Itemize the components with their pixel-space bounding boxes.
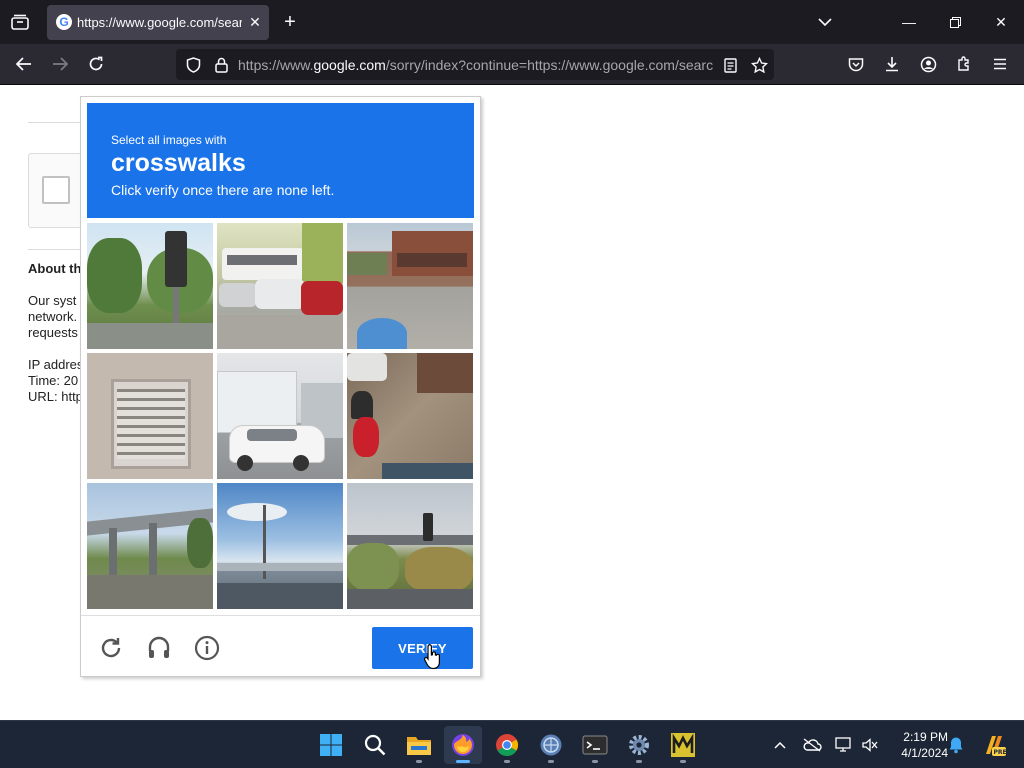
tab-bar: G https://www.google.com/search ✕ + — ✕ (0, 0, 1024, 44)
ip-address-line: IP addres (28, 357, 84, 372)
image-tile-highway-bridge[interactable] (87, 483, 213, 609)
image-tile-traffic-light-intersection[interactable] (347, 483, 473, 609)
extensions-icon[interactable] (950, 50, 978, 78)
reload-icon[interactable] (82, 50, 110, 78)
terminal-icon[interactable] (576, 726, 614, 764)
volume-muted-icon[interactable] (858, 733, 882, 757)
info-icon[interactable] (192, 633, 222, 663)
divider (28, 249, 88, 250)
clock-time: 2:19 PM (903, 730, 948, 744)
navigation-bar: https://www.google.com/sorry/index?conti… (0, 44, 1024, 85)
account-icon[interactable] (914, 50, 942, 78)
taskbar: 2:19 PM 4/1/2024 PRE (0, 720, 1024, 768)
app-m-icon[interactable] (664, 726, 702, 764)
tab-overview-icon[interactable] (8, 10, 32, 34)
tab-title: https://www.google.com/search (77, 15, 242, 30)
about-text-line: Our syst (28, 293, 77, 308)
svg-text:PRE: PRE (994, 749, 1007, 756)
network-icon[interactable] (832, 733, 856, 757)
image-tile-window-shutter[interactable] (87, 353, 213, 479)
hand-cursor-icon (423, 644, 441, 670)
clock-date: 4/1/2024 (901, 746, 948, 760)
image-tile-scooter-rider-street[interactable] (347, 353, 473, 479)
challenge-target: crosswalks (111, 149, 246, 177)
settings-icon[interactable] (620, 726, 658, 764)
image-tile-highway-sky[interactable] (217, 483, 343, 609)
notifications-bell-icon[interactable] (944, 733, 968, 757)
close-window-icon[interactable]: ✕ (986, 8, 1016, 36)
restore-icon[interactable] (940, 8, 970, 36)
tab-active[interactable]: G https://www.google.com/search ✕ (47, 5, 269, 40)
taskbar-clock[interactable]: 2:19 PM 4/1/2024 (884, 729, 948, 761)
start-icon[interactable] (312, 726, 350, 764)
recaptcha-checkbox[interactable] (42, 176, 70, 204)
copilot-pre-icon[interactable]: PRE (980, 731, 1008, 759)
recaptcha-anchor-box (28, 153, 88, 228)
file-explorer-icon[interactable] (400, 726, 438, 764)
instruction-subtext: Click verify once there are none left. (111, 182, 335, 198)
menu-icon[interactable] (986, 50, 1014, 78)
footer-divider (81, 615, 480, 616)
reload-challenge-icon[interactable] (96, 633, 126, 663)
image-grid (87, 223, 475, 611)
about-text-line: requests (28, 325, 78, 340)
url-text[interactable]: https://www.google.com/sorry/index?conti… (238, 57, 713, 73)
time-line: Time: 20 (28, 373, 79, 388)
lock-icon[interactable] (212, 56, 230, 74)
about-heading: About th (28, 261, 82, 276)
divider (28, 122, 88, 123)
browser-icon[interactable] (532, 726, 570, 764)
firefox-icon[interactable] (444, 726, 482, 764)
recaptcha-challenge: Select all images with crosswalks Click … (80, 96, 481, 677)
url-bar[interactable]: https://www.google.com/sorry/index?conti… (176, 49, 774, 80)
downloads-icon[interactable] (878, 50, 906, 78)
audio-challenge-icon[interactable] (144, 633, 174, 663)
onedrive-icon[interactable] (800, 733, 824, 757)
shield-icon[interactable] (184, 56, 202, 74)
image-tile-white-car-building[interactable] (217, 353, 343, 479)
close-tab-icon[interactable]: ✕ (245, 12, 265, 32)
url-line: URL: http (28, 389, 83, 404)
image-tile-street-buildings[interactable] (347, 223, 473, 349)
about-text-line: network. (28, 309, 78, 324)
forward-icon[interactable] (46, 50, 74, 78)
search-icon[interactable] (356, 726, 394, 764)
minimize-icon[interactable]: — (894, 8, 924, 36)
image-tile-traffic-light-trees[interactable] (87, 223, 213, 349)
image-tile-parked-cars-bus[interactable] (217, 223, 343, 349)
chrome-icon[interactable] (488, 726, 526, 764)
new-tab-icon[interactable]: + (278, 10, 302, 34)
back-icon[interactable] (10, 50, 38, 78)
show-hidden-icons-icon[interactable] (768, 733, 792, 757)
list-tabs-icon[interactable] (813, 10, 837, 34)
instruction-text: Select all images with (111, 133, 227, 147)
challenge-header: Select all images with crosswalks Click … (87, 103, 474, 218)
google-g-icon: G (56, 14, 72, 30)
pocket-icon[interactable] (842, 50, 870, 78)
reader-view-icon[interactable] (721, 56, 739, 74)
bookmark-star-icon[interactable] (749, 55, 769, 75)
